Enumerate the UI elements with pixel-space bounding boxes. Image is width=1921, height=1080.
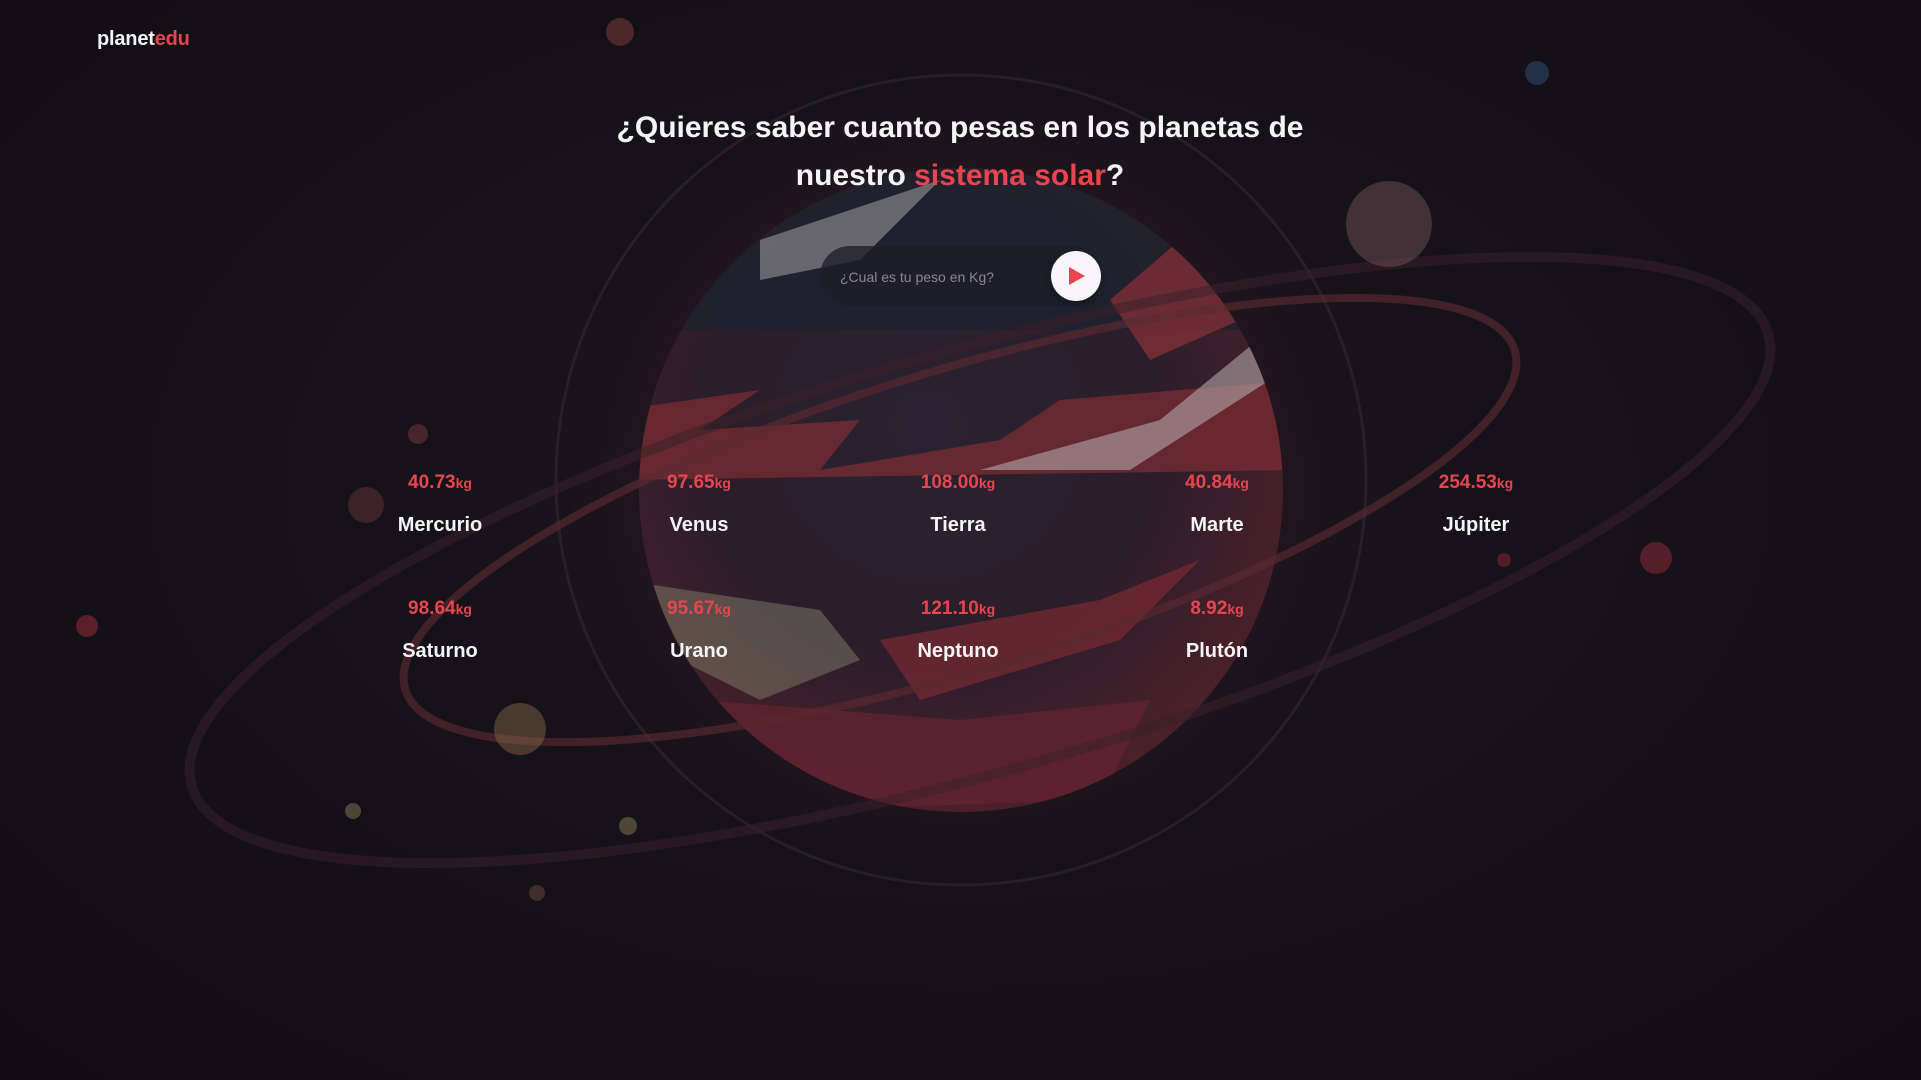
result-item-tierra: 108.00kg Tierra bbox=[868, 470, 1048, 538]
planet-name: Urano bbox=[670, 640, 728, 662]
planet-name: Saturno bbox=[402, 640, 478, 662]
weight-value: 95.67kg bbox=[609, 596, 789, 622]
weight-unit: kg bbox=[978, 601, 996, 617]
weight-unit: kg bbox=[978, 475, 996, 491]
result-item-marte: 40.84kg Marte bbox=[1127, 470, 1307, 538]
result-item-urano: 95.67kg Urano bbox=[609, 596, 789, 664]
weight-value: 40.84kg bbox=[1127, 470, 1307, 496]
weight-value: 98.64kg bbox=[350, 596, 530, 622]
weight-number: 40.73 bbox=[408, 472, 456, 493]
headline-highlight: sistema solar bbox=[914, 159, 1106, 192]
planet-name: Tierra bbox=[930, 514, 986, 536]
planet-name: Mercurio bbox=[397, 514, 483, 536]
result-item-neptuno: 121.10kg Neptuno bbox=[868, 596, 1048, 664]
weight-unit: kg bbox=[1227, 601, 1244, 617]
result-item-jupiter: 254.53kg Júpiter bbox=[1386, 470, 1566, 538]
page-headline: ¿Quieres saber cuanto pesas en los plane… bbox=[560, 104, 1360, 200]
submit-button[interactable] bbox=[1051, 251, 1101, 301]
headline-line2-suffix: ? bbox=[1105, 159, 1125, 192]
weight-form bbox=[820, 246, 1102, 306]
weight-unit: kg bbox=[714, 601, 731, 617]
planet-name: Venus bbox=[669, 514, 729, 536]
weight-number: 40.84 bbox=[1185, 472, 1233, 493]
play-icon bbox=[1069, 267, 1085, 285]
weight-value: 254.53kg bbox=[1386, 470, 1566, 496]
weight-number: 254.53 bbox=[1438, 472, 1497, 493]
headline-line1: ¿Quieres saber cuanto pesas en los plane… bbox=[616, 111, 1304, 144]
weight-value: 108.00kg bbox=[868, 470, 1048, 496]
weight-value: 121.10kg bbox=[868, 596, 1048, 622]
weight-number: 95.67 bbox=[667, 598, 715, 619]
result-item-mercurio: 40.73kg Mercurio bbox=[350, 470, 530, 538]
weight-unit: kg bbox=[714, 475, 731, 491]
weight-unit: kg bbox=[455, 601, 472, 617]
planet-name: Neptuno bbox=[917, 640, 999, 662]
planet-name: Marte bbox=[1190, 514, 1244, 536]
result-item-saturno: 98.64kg Saturno bbox=[350, 596, 530, 664]
weight-unit: kg bbox=[1232, 475, 1249, 491]
weight-unit: kg bbox=[455, 475, 472, 491]
headline-line2-prefix: nuestro bbox=[795, 159, 915, 192]
weight-unit: kg bbox=[1496, 475, 1514, 491]
brand-logo-primary: planet bbox=[97, 28, 155, 50]
result-item-pluton: 8.92kg Plutón bbox=[1127, 596, 1307, 664]
page: planetedu ¿Quieres saber cuanto pesas en… bbox=[0, 0, 1921, 1080]
weight-value: 8.92kg bbox=[1127, 596, 1307, 622]
weight-number: 121.10 bbox=[920, 598, 979, 619]
weight-number: 8.92 bbox=[1190, 598, 1228, 619]
planet-name: Júpiter bbox=[1442, 514, 1510, 536]
planet-name: Plutón bbox=[1185, 640, 1249, 662]
weight-number: 97.65 bbox=[667, 472, 715, 493]
brand-logo-accent: edu bbox=[154, 28, 190, 50]
result-item-venus: 97.65kg Venus bbox=[609, 470, 789, 538]
weight-input[interactable] bbox=[838, 261, 1042, 293]
weight-number: 98.64 bbox=[408, 598, 456, 619]
weight-value: 40.73kg bbox=[350, 470, 530, 496]
weight-value: 97.65kg bbox=[609, 470, 789, 496]
weight-number: 108.00 bbox=[920, 472, 979, 493]
brand-logo[interactable]: planetedu bbox=[97, 28, 190, 51]
